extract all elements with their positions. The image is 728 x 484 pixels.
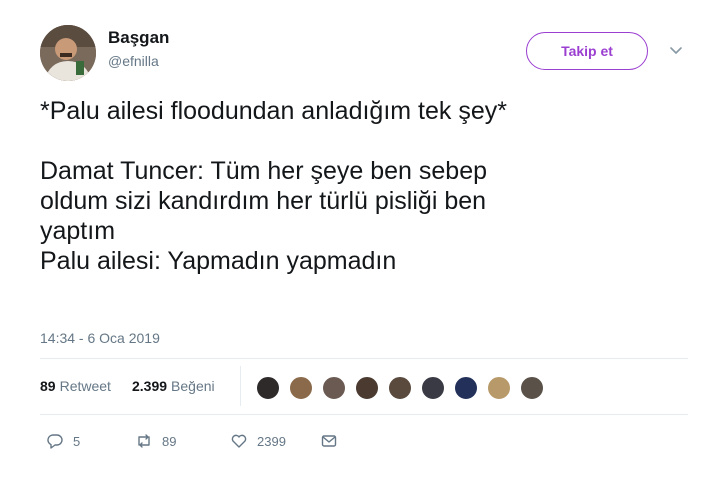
retweet-stat-label: Retweet <box>59 378 111 394</box>
like-icon <box>231 434 247 448</box>
liker-avatar[interactable] <box>256 376 280 400</box>
retweet-icon <box>138 434 150 448</box>
liker-avatar[interactable] <box>289 376 313 400</box>
like-stat-count: 2.399 <box>132 378 168 394</box>
liker-avatar[interactable] <box>487 376 511 400</box>
stats-divider <box>240 366 241 406</box>
reply-icon <box>47 434 63 449</box>
user-handle[interactable]: @efnilla <box>108 53 159 69</box>
divider <box>40 358 688 359</box>
like-stat-label: Beğeni <box>171 378 215 394</box>
liker-avatar[interactable] <box>454 376 478 400</box>
direct-message-button[interactable] <box>320 432 347 450</box>
liker-avatar[interactable] <box>520 376 544 400</box>
direct-message-icon <box>321 435 337 447</box>
follow-button[interactable]: Takip et <box>526 32 648 70</box>
reply-count: 5 <box>73 433 81 449</box>
tweet-text: *Palu ailesi floodundan anladığım tek şe… <box>40 97 507 275</box>
retweet-stat[interactable]: 89 Retweet <box>40 378 111 394</box>
like-button[interactable]: 2399 <box>230 432 286 450</box>
chevron-down-icon[interactable] <box>668 42 684 58</box>
liker-avatar[interactable] <box>355 376 379 400</box>
retweet-count: 89 <box>162 433 177 449</box>
reply-button[interactable]: 5 <box>46 432 80 450</box>
liker-avatar[interactable] <box>322 376 346 400</box>
divider <box>40 414 688 415</box>
retweet-button[interactable]: 89 <box>135 432 176 450</box>
display-name[interactable]: Başgan <box>108 28 169 48</box>
like-count: 2399 <box>257 433 286 449</box>
liker-avatar[interactable] <box>421 376 445 400</box>
like-stat[interactable]: 2.399 Beğeni <box>132 378 215 394</box>
avatar[interactable] <box>40 25 96 81</box>
tweet-timestamp[interactable]: 14:34 - 6 Oca 2019 <box>40 330 160 346</box>
liker-avatar[interactable] <box>388 376 412 400</box>
retweet-stat-count: 89 <box>40 378 56 394</box>
